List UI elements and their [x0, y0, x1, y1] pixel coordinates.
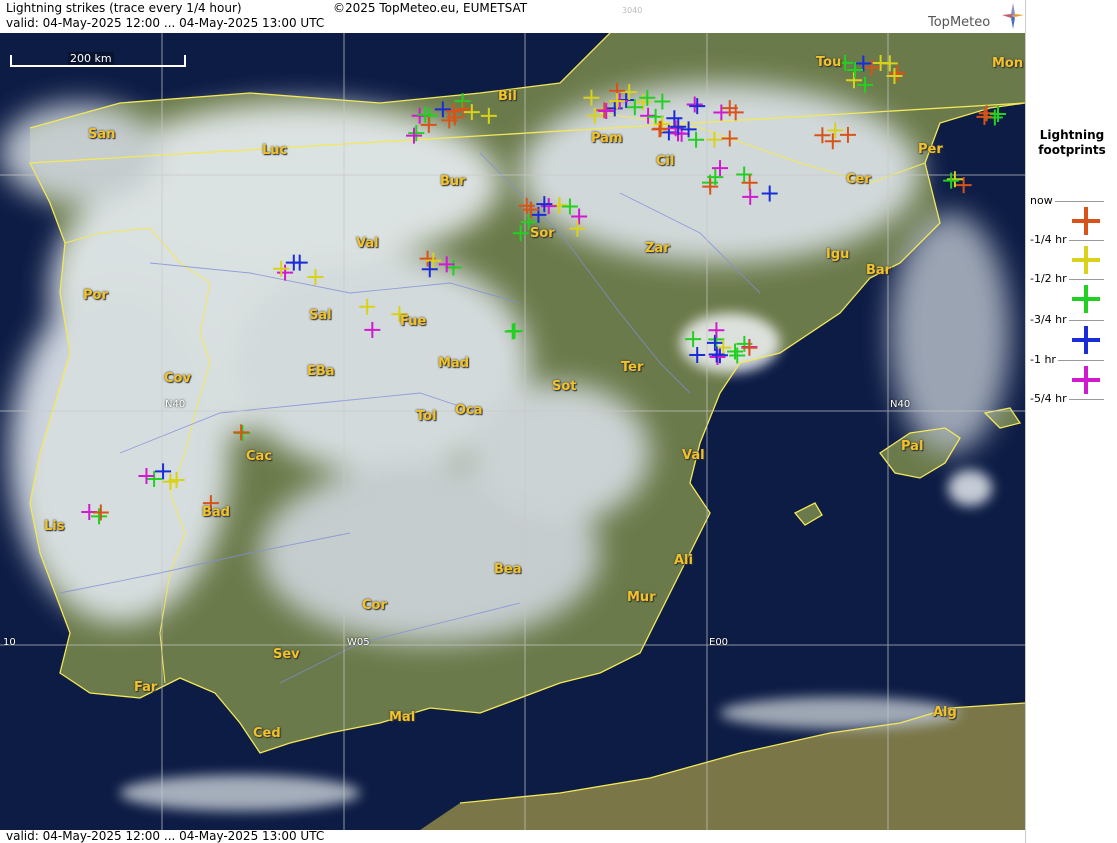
legend-title-line2: footprints	[1038, 143, 1106, 157]
city-label: Luc	[262, 143, 288, 158]
city-label: San	[88, 127, 116, 142]
grid-label-n40-west: N40	[165, 399, 186, 410]
city-label: Cil	[656, 154, 675, 169]
city-label: Cac	[246, 449, 273, 464]
city-label: Val	[682, 448, 705, 463]
cross-icon-blue	[1072, 326, 1100, 354]
city-label: Far	[134, 680, 158, 695]
city-label: Pam	[591, 131, 623, 146]
scale-label: 200 km	[68, 52, 114, 65]
cross-icon-yellow	[1072, 246, 1100, 274]
city-label: Bar	[866, 263, 892, 278]
copyright-text: ©2025 TopMeteo.eu, EUMETSAT	[333, 1, 528, 15]
legend-label: -5/4 hr	[1030, 392, 1069, 405]
legend-label: -1/4 hr	[1030, 233, 1069, 246]
legend-panel: Lightning footprints now -1/4 hr -1/2 hr…	[1025, 0, 1117, 843]
valid-time-header: valid: 04-May-2025 12:00 ... 04-May-2025…	[6, 16, 325, 30]
grid-label-e00: E00	[709, 637, 729, 648]
legend-label: -3/4 hr	[1030, 313, 1069, 326]
legend-label: -1 hr	[1030, 353, 1058, 366]
city-label: Tol	[416, 409, 437, 424]
city-label: Sev	[273, 647, 300, 662]
compass-icon	[1002, 3, 1024, 29]
topmeteo-logo[interactable]: TopMeteo	[910, 1, 1025, 31]
city-label: Lis	[44, 519, 65, 534]
city-label: Bur	[440, 174, 466, 189]
valid-time-footer: valid: 04-May-2025 12:00 ... 04-May-2025…	[6, 829, 325, 843]
city-label: Mon	[992, 56, 1024, 71]
cross-icon-green	[1072, 285, 1100, 313]
city-label: Sal	[309, 308, 332, 323]
legend-title: Lightning footprints	[1026, 128, 1117, 158]
brand-name: TopMeteo	[928, 15, 991, 30]
city-label: Cer	[846, 172, 871, 187]
city-label: Zar	[645, 241, 670, 256]
city-label: Igu	[826, 247, 850, 262]
grid-label-n40-east: N40	[890, 399, 911, 410]
city-label: Mur	[627, 590, 656, 605]
city-label: Alg	[933, 705, 957, 720]
city-label: Sor	[530, 226, 555, 241]
legend-label: -1/2 hr	[1030, 272, 1069, 285]
product-code: 3040	[622, 6, 643, 15]
legend-label: now	[1030, 194, 1055, 207]
city-label: Ter	[621, 360, 644, 375]
grid-label-w05: W05	[347, 637, 370, 648]
city-label: Bea	[494, 562, 522, 577]
legend-item-five-quarter: -5/4 hr	[1026, 392, 1117, 439]
cross-icon-orange	[1072, 207, 1100, 235]
map-header: Lightning strikes (trace every 1/4 hour)…	[0, 0, 1025, 33]
satellite-map[interactable]: 200 km N40 N40 W05 E00 10 San Luc Bur Bi…	[0, 33, 1025, 830]
city-label: Ced	[253, 726, 281, 741]
city-label: Ali	[674, 553, 693, 568]
city-label: Mad	[438, 356, 470, 371]
city-label: Bil	[498, 89, 517, 104]
city-label: Per	[918, 142, 943, 157]
city-label: Cor	[362, 598, 387, 613]
grid-label-w10: 10	[3, 637, 16, 648]
city-label: Cov	[164, 371, 191, 386]
city-label: Oca	[455, 403, 483, 418]
city-label: EBa	[307, 364, 335, 379]
map-footer: valid: 04-May-2025 12:00 ... 04-May-2025…	[0, 829, 1025, 843]
city-label: Val	[356, 236, 379, 251]
map-canvas	[0, 33, 1025, 830]
city-label: Tou	[816, 55, 842, 70]
city-label: Por	[83, 288, 108, 303]
city-label: Mal	[389, 710, 416, 725]
city-label: Sot	[552, 379, 577, 394]
city-label: Bad	[202, 505, 230, 520]
cross-icon-magenta	[1072, 366, 1100, 394]
legend-title-line1: Lightning	[1039, 128, 1105, 142]
city-label: Fue	[400, 314, 427, 329]
city-label: Pal	[901, 439, 924, 454]
map-title: Lightning strikes (trace every 1/4 hour)	[6, 1, 242, 15]
